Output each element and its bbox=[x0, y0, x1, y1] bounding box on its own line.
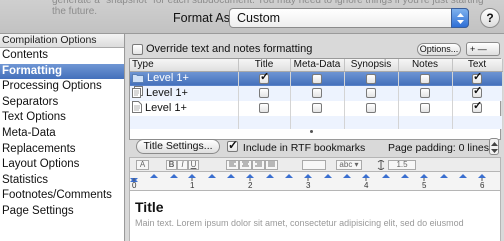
text-checkbox[interactable] bbox=[472, 71, 482, 84]
add-remove-level-button[interactable]: + — bbox=[466, 42, 500, 56]
row-label: Level 1+ bbox=[147, 71, 189, 84]
compilation-options-sidebar: Compilation Options Contents Formatting … bbox=[0, 34, 125, 241]
sidebar-item-contents[interactable]: Contents bbox=[0, 48, 124, 64]
sidebar-item-page-settings[interactable]: Page Settings bbox=[0, 204, 124, 220]
text-checkbox[interactable] bbox=[472, 101, 482, 114]
select-arrows-icon bbox=[451, 8, 469, 28]
column-header-type[interactable]: Type bbox=[130, 59, 239, 72]
synopsis-checkbox[interactable] bbox=[366, 88, 376, 99]
format-as-label: Format As: bbox=[173, 11, 234, 25]
sidebar-item-separators[interactable]: Separators bbox=[0, 95, 124, 111]
format-as-select[interactable]: Custom bbox=[229, 8, 469, 28]
bold-button[interactable]: B bbox=[166, 160, 177, 170]
rtf-bookmarks-checkbox[interactable] bbox=[227, 138, 238, 152]
column-header-text[interactable]: Text bbox=[452, 59, 503, 72]
meta-data-checkbox[interactable] bbox=[312, 103, 322, 114]
sidebar-header: Compilation Options bbox=[0, 34, 124, 48]
table-row[interactable]: Level 1+ bbox=[130, 100, 503, 116]
notes-checkbox[interactable] bbox=[420, 103, 430, 114]
format-preview-editor[interactable]: Title Main text. Lorem ipsum dolor sit a… bbox=[129, 191, 501, 241]
right-indent-marker bbox=[478, 174, 486, 178]
ruler-number: 5 bbox=[422, 181, 427, 190]
sidebar-item-text-options[interactable]: Text Options bbox=[0, 110, 124, 126]
formatting-panel: Override text and notes formatting Optio… bbox=[126, 34, 504, 241]
document-icon bbox=[132, 100, 142, 116]
text-checkbox[interactable] bbox=[472, 86, 482, 99]
notes-checkbox[interactable] bbox=[420, 88, 430, 99]
title-checkbox[interactable] bbox=[259, 71, 269, 84]
format-as-value: Custom bbox=[237, 11, 281, 25]
title-settings-button[interactable]: Title Settings... bbox=[136, 139, 220, 154]
sidebar-item-formatting[interactable]: Formatting bbox=[0, 63, 124, 80]
ruler[interactable]: 0 1 2 3 4 5 6 bbox=[129, 171, 501, 191]
meta-data-checkbox[interactable] bbox=[312, 88, 322, 99]
text-format-toolbar: A B I U abc ▾ 1.5 bbox=[129, 157, 501, 171]
rtf-bookmarks-label: Include in RTF bookmarks bbox=[242, 142, 366, 154]
folder-icon bbox=[132, 73, 144, 86]
line-spacing-icon bbox=[376, 159, 385, 171]
formatting-table: Type Title Meta-Data Synopsis Notes Text… bbox=[129, 58, 503, 140]
sidebar-item-meta-data[interactable]: Meta-Data bbox=[0, 126, 124, 142]
table-row[interactable]: Level 1+ bbox=[130, 71, 503, 86]
rtf-bookmarks-option: Include in RTF bookmarks bbox=[227, 138, 366, 154]
meta-data-checkbox[interactable] bbox=[312, 73, 322, 84]
column-header-title[interactable]: Title bbox=[238, 59, 291, 72]
align-left-icon[interactable] bbox=[226, 160, 239, 170]
synopsis-checkbox[interactable] bbox=[366, 103, 376, 114]
ruler-number: 2 bbox=[248, 181, 253, 190]
underline-button[interactable]: U bbox=[188, 160, 199, 170]
page-padding-stepper[interactable] bbox=[489, 138, 499, 155]
table-row[interactable]: Level 1+ bbox=[130, 85, 503, 101]
align-justify-icon[interactable] bbox=[265, 160, 278, 170]
format-toolbar: generate a "snapshot" for each subdocume… bbox=[0, 0, 504, 34]
row-label: Level 1+ bbox=[145, 101, 187, 114]
sidebar-item-statistics[interactable]: Statistics bbox=[0, 173, 124, 189]
column-header-synopsis[interactable]: Synopsis bbox=[344, 59, 399, 72]
sidebar-item-footnotes-comments[interactable]: Footnotes/Comments bbox=[0, 188, 124, 204]
sidebar-item-layout-options[interactable]: Layout Options bbox=[0, 157, 124, 173]
ruler-number: 1 bbox=[190, 181, 195, 190]
splitter-handle[interactable] bbox=[310, 130, 313, 133]
ruler-number: 4 bbox=[364, 181, 369, 190]
notes-checkbox[interactable] bbox=[420, 73, 430, 84]
page-padding-label: Page padding: 0 lines bbox=[388, 142, 489, 154]
sidebar-item-replacements[interactable]: Replacements bbox=[0, 142, 124, 158]
italic-button[interactable]: I bbox=[177, 160, 188, 170]
synopsis-checkbox[interactable] bbox=[366, 73, 376, 84]
ruler-number: 6 bbox=[480, 181, 485, 190]
column-header-notes[interactable]: Notes bbox=[398, 59, 453, 72]
text-color-swatch[interactable] bbox=[302, 160, 326, 170]
align-right-icon[interactable] bbox=[252, 160, 265, 170]
preview-body-text: Main text. Lorem ipsum dolor sit amet, c… bbox=[135, 218, 464, 228]
list-style-select[interactable]: abc ▾ bbox=[336, 160, 362, 170]
override-label: Override text and notes formatting bbox=[146, 43, 313, 55]
title-settings-bar: Title Settings... Include in RTF bookmar… bbox=[129, 137, 501, 157]
title-checkbox[interactable] bbox=[259, 103, 269, 114]
sidebar-item-processing-options[interactable]: Processing Options bbox=[0, 79, 124, 95]
line-spacing-select[interactable]: 1.5 bbox=[388, 160, 416, 170]
help-button[interactable]: ? bbox=[480, 8, 500, 28]
override-bar: Override text and notes formatting Optio… bbox=[129, 42, 501, 57]
table-row-empty bbox=[130, 115, 503, 129]
row-label: Level 1+ bbox=[146, 86, 188, 99]
options-button[interactable]: Options... bbox=[417, 43, 461, 56]
ruler-number: 0 bbox=[132, 181, 137, 190]
font-button[interactable]: A bbox=[136, 160, 149, 170]
document-stack-icon bbox=[132, 85, 143, 101]
title-checkbox[interactable] bbox=[259, 88, 269, 99]
ruler-number: 3 bbox=[306, 181, 311, 190]
preview-title: Title bbox=[135, 199, 164, 215]
column-header-meta-data[interactable]: Meta-Data bbox=[290, 59, 345, 72]
align-center-icon[interactable] bbox=[239, 160, 252, 170]
override-checkbox[interactable] bbox=[132, 44, 143, 55]
